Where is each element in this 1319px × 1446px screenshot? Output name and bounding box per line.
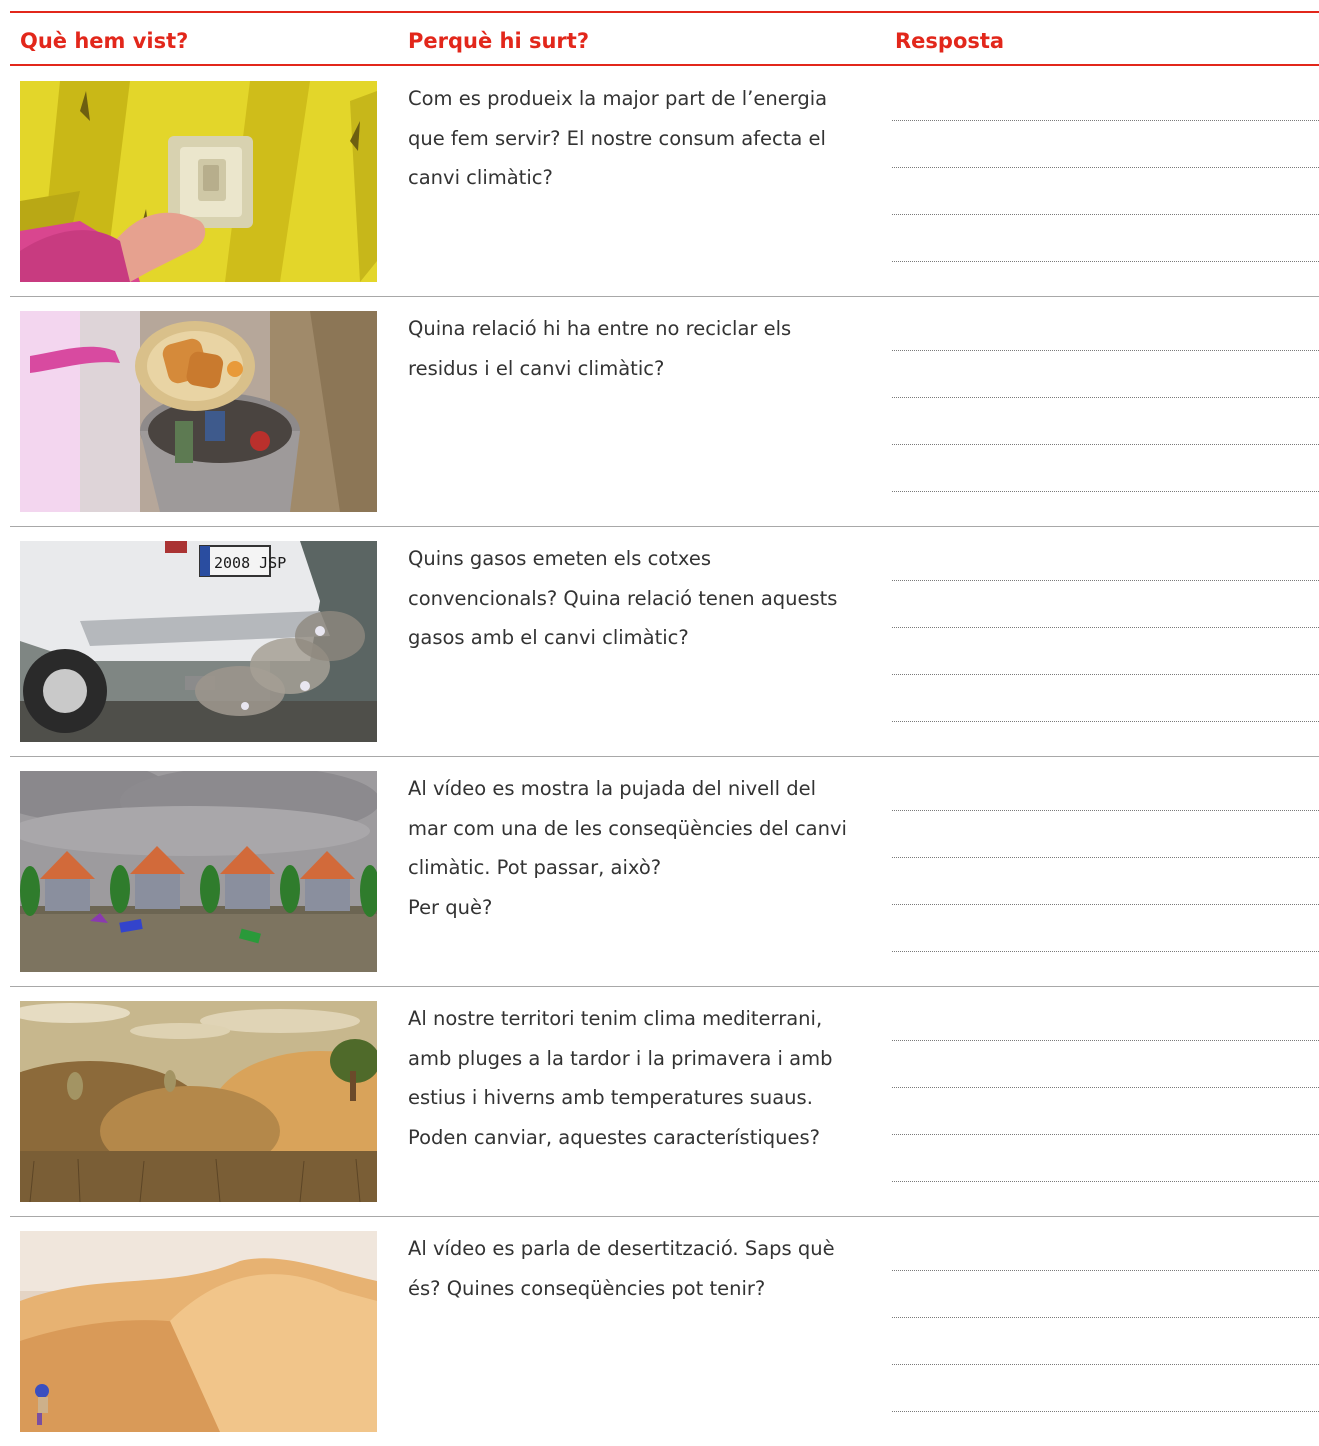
answer-line (892, 1364, 1319, 1365)
header-seen: Què hem vist? (20, 29, 189, 53)
video-still-flooded-houses (20, 771, 377, 972)
answer-field[interactable] (892, 779, 1319, 955)
header-why: Perquè hi surt? (408, 29, 590, 53)
question-text: Quina relació hi ha entre no reciclar el… (408, 317, 792, 380)
answer-line (892, 1181, 1319, 1182)
answer-field[interactable] (892, 549, 1319, 725)
answer-line (892, 951, 1319, 952)
answer-line (892, 214, 1319, 215)
answer-field[interactable] (892, 89, 1319, 265)
answer-line (892, 1134, 1319, 1135)
answer-line (892, 627, 1319, 628)
video-still-dry-hills (20, 1001, 377, 1202)
answer-field[interactable] (892, 1009, 1319, 1185)
answer-field[interactable] (892, 1239, 1319, 1415)
answer-line (892, 120, 1319, 121)
answer-line (892, 674, 1319, 675)
answer-line (892, 167, 1319, 168)
answer-line (892, 491, 1319, 492)
answer-line (892, 721, 1319, 722)
video-still-desert-dunes (20, 1231, 377, 1432)
answer-line (892, 904, 1319, 905)
answer-line (892, 261, 1319, 262)
question-text: Com es produeix la major part de l’energ… (408, 87, 828, 189)
answer-line (892, 350, 1319, 351)
video-still-car-exhaust: 2008 JSP (20, 541, 377, 742)
license-plate: 2008 JSP (214, 554, 286, 572)
header-answer: Resposta (895, 29, 1005, 53)
answer-line (892, 580, 1319, 581)
question-text: Al nostre territori tenim clima mediterr… (408, 1007, 833, 1149)
answer-line (892, 857, 1319, 858)
question-text: Quins gasos emeten els cotxes convencion… (408, 547, 838, 649)
video-still-trash-bin (20, 311, 377, 512)
video-still-light-switch (20, 81, 377, 282)
question-text: Al vídeo es parla de desertització. Saps… (408, 1237, 835, 1300)
answer-line (892, 1040, 1319, 1041)
table-row: Al vídeo es parla de desertització. Saps… (10, 1216, 1319, 1446)
question-text: Al vídeo es mostra la pujada del nivell … (408, 777, 847, 919)
answer-line (892, 397, 1319, 398)
table-row: Quina relació hi ha entre no reciclar el… (10, 296, 1319, 526)
answer-line (892, 1317, 1319, 1318)
table-row: Al nostre territori tenim clima mediterr… (10, 986, 1319, 1216)
answer-field[interactable] (892, 319, 1319, 495)
answer-line (892, 1270, 1319, 1271)
answer-line (892, 444, 1319, 445)
answer-line (892, 810, 1319, 811)
table-row: 2008 JSP Quins gasos emeten els cotxes c… (10, 526, 1319, 756)
table-row: Al vídeo es mostra la pujada del nivell … (10, 756, 1319, 986)
answer-line (892, 1087, 1319, 1088)
table-row: Com es produeix la major part de l’energ… (10, 66, 1319, 296)
answer-line (892, 1411, 1319, 1412)
table-header: Què hem vist? Perquè hi surt? Resposta (10, 13, 1319, 66)
